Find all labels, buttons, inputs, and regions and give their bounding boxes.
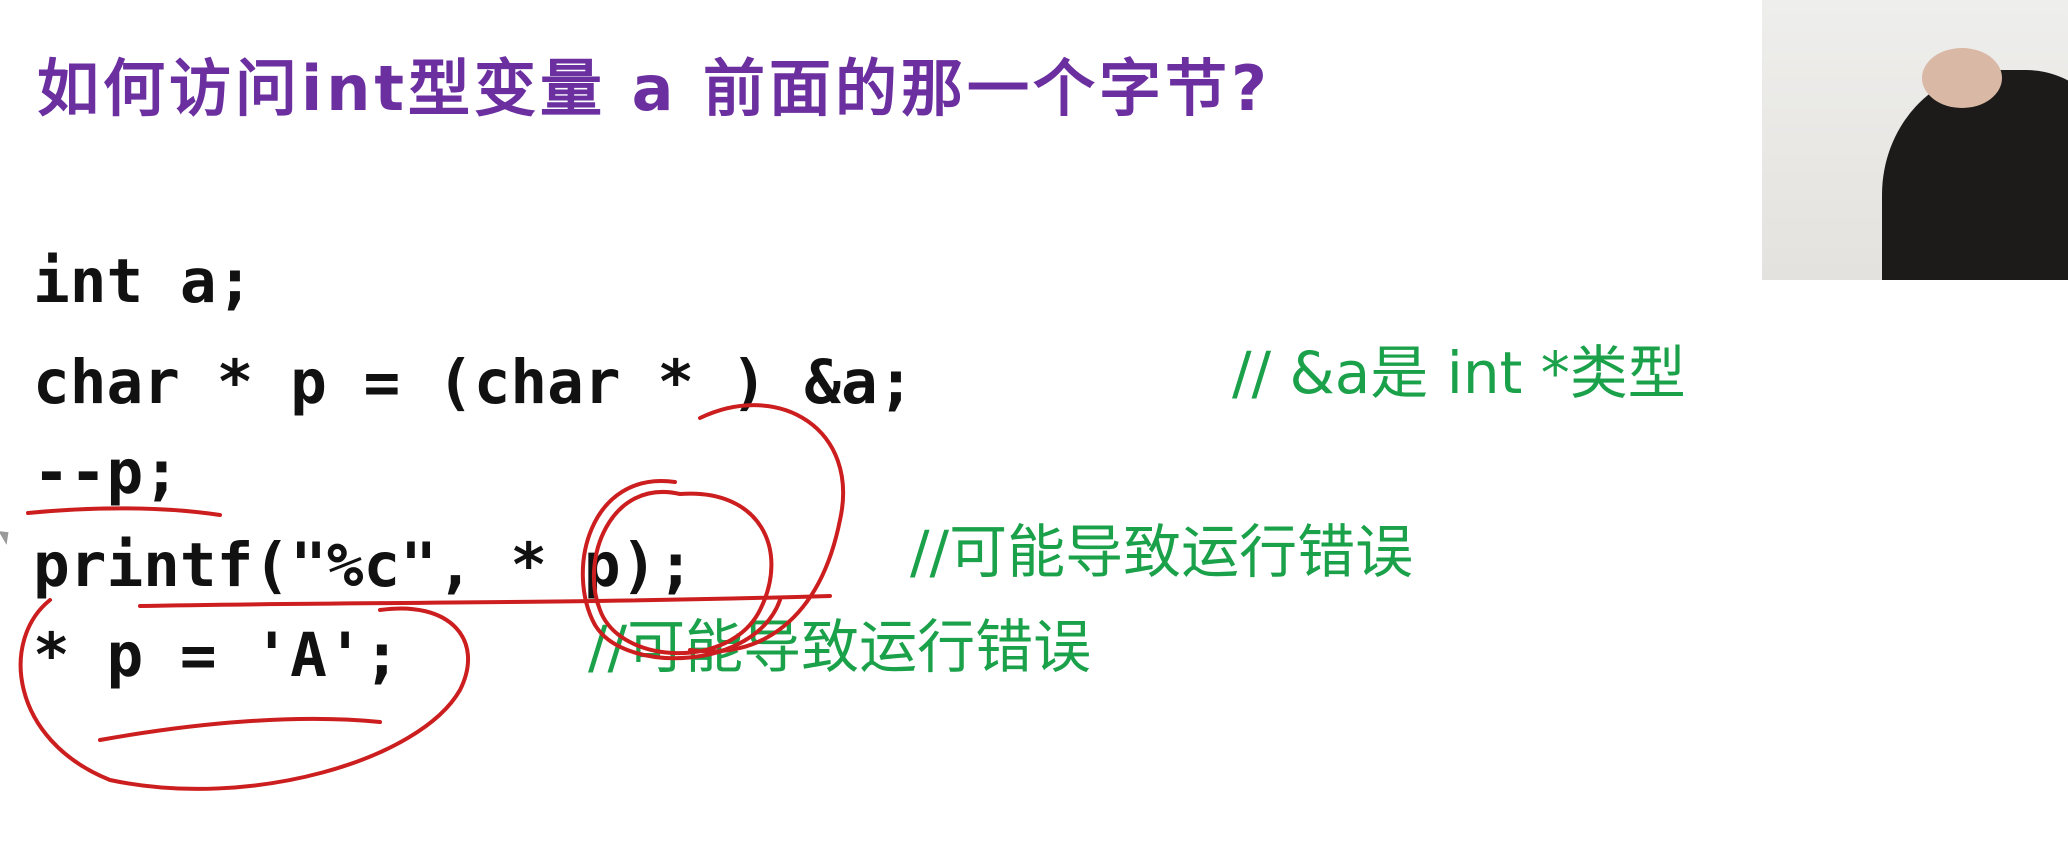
lecture-slide: 如何访问int型变量 a 前面的那一个字节? int a; char * p =… <box>0 0 2068 841</box>
slide-title: 如何访问int型变量 a 前面的那一个字节? <box>37 52 1272 125</box>
comment-pointer-type: // &a是 int *类型 <box>1232 339 1686 407</box>
webcam-overlay <box>1762 0 2068 280</box>
comment-runtime-error-1: //可能导致运行错误 <box>910 518 1414 586</box>
code-line-printf: printf("%c", * p); <box>33 530 695 601</box>
red-pen-annotations <box>18 403 846 791</box>
mouse-pointer-icon <box>0 527 14 545</box>
code-line-decrement: --p; <box>33 437 180 508</box>
presenter-face <box>1922 48 2002 108</box>
code-line-declare-int: int a; <box>33 246 254 317</box>
underline-assign <box>98 716 382 742</box>
comment-runtime-error-2: //可能导致运行错误 <box>588 613 1092 681</box>
code-line-assign: * p = 'A'; <box>33 620 401 691</box>
underline-decrement <box>26 506 222 517</box>
code-line-char-pointer: char * p = (char * ) &a; <box>33 347 915 418</box>
